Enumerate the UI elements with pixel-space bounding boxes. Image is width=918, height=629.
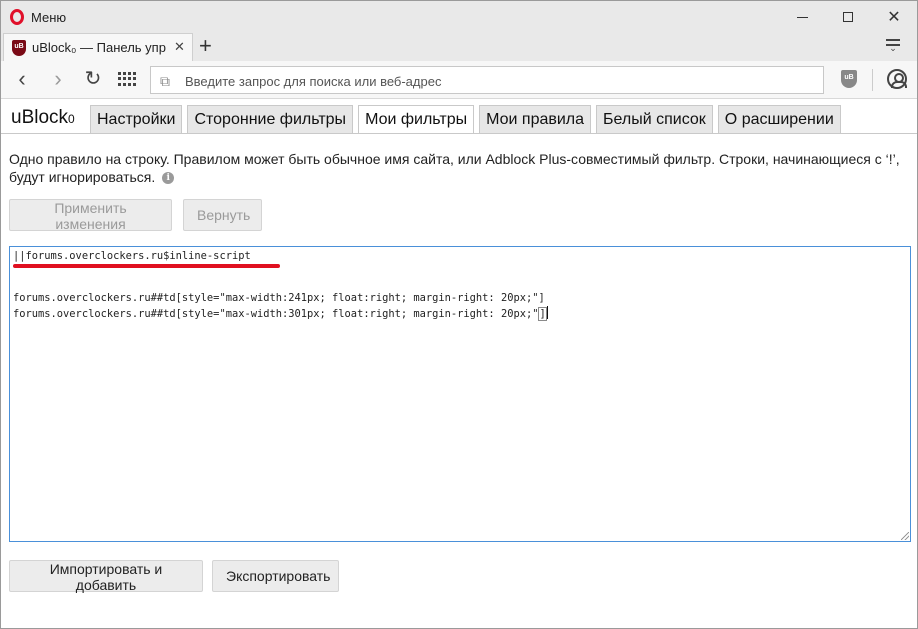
tab-menu-icon[interactable]: ⌄ [886, 39, 900, 53]
opera-logo-icon[interactable] [10, 9, 24, 25]
tab-strip: uB uBlock₀ — Панель управл ✕ + ⌄ [1, 33, 917, 61]
close-icon: ✕ [887, 9, 901, 26]
tab-about[interactable]: О расширении [717, 105, 841, 133]
import-and-append-button[interactable]: Импортировать и добавить [9, 560, 203, 593]
address-input[interactable] [185, 72, 805, 90]
forward-button[interactable]: › [46, 67, 70, 91]
puzzle-icon: ⧉ [160, 73, 170, 89]
tab-whitelist[interactable]: Белый список [596, 105, 713, 133]
resize-handle[interactable] [901, 532, 909, 540]
tab-my-rules[interactable]: Мои правила [479, 105, 592, 133]
browser-tab[interactable]: uB uBlock₀ — Панель управл ✕ [3, 33, 193, 61]
editor-line-2: forums.overclockers.ru##td[style="max-wi… [13, 292, 545, 304]
text-cursor [546, 306, 548, 319]
maximize-icon [843, 12, 853, 22]
editor-line-3: forums.overclockers.ru##td[style="max-wi… [13, 306, 548, 321]
tab-my-filters[interactable]: Мои фильтры [358, 105, 475, 134]
tab-settings[interactable]: Настройки [90, 105, 183, 133]
menu-label[interactable]: Меню [31, 10, 66, 25]
info-text: Одно правило на строку. Правилом может б… [9, 150, 909, 186]
reload-button[interactable]: ↻ [81, 67, 105, 91]
ublock-dashboard: uBlock0 Настройки Сторонние фильтры Мои … [1, 100, 917, 628]
tab-close-icon[interactable]: ✕ [174, 39, 185, 55]
browser-window: Меню ✕ uB uBlock₀ — Панель управл ✕ + ⌄ … [0, 0, 918, 629]
revert-button[interactable]: Вернуть [183, 199, 262, 231]
speed-dial-grid-icon[interactable] [118, 72, 136, 86]
toolbar-separator [872, 69, 873, 91]
back-button[interactable]: ‹ [10, 67, 34, 91]
maximize-button[interactable] [825, 1, 871, 33]
close-window-button[interactable]: ✕ [871, 1, 917, 33]
ublock-favicon-icon: uB [12, 40, 26, 56]
export-button[interactable]: Экспортировать [212, 560, 339, 592]
matched-bracket: ] [538, 307, 547, 321]
address-bar[interactable]: ⧉ [150, 66, 824, 94]
tab-third-party-filters[interactable]: Сторонние фильтры [187, 105, 354, 133]
info-icon[interactable]: i [162, 172, 175, 185]
title-bar: Меню ✕ [1, 1, 917, 33]
dashboard-tabs: Настройки Сторонние фильтры Мои фильтры … [90, 105, 846, 134]
tab-title: uBlock₀ — Панель управл [32, 40, 166, 55]
filters-editor[interactable]: ||forums.overclockers.ru$inline-script f… [9, 246, 911, 542]
address-toolbar: ‹ › ↻ ⧉ uB [1, 61, 917, 99]
editor-line-1: ||forums.overclockers.ru$inline-script [13, 250, 251, 262]
apply-changes-button[interactable]: Применить изменения [9, 199, 172, 232]
new-tab-button[interactable]: + [199, 34, 212, 58]
ublock-toolbar-icon[interactable]: uB [841, 70, 857, 88]
red-underline-annotation [13, 264, 280, 268]
info-description: Одно правило на строку. Правилом может б… [9, 151, 900, 185]
account-icon[interactable] [887, 69, 907, 89]
minimize-icon [796, 16, 808, 18]
ublock-brand: uBlock0 [11, 107, 75, 128]
tabs-divider [1, 133, 917, 134]
minimize-button[interactable] [779, 1, 825, 33]
